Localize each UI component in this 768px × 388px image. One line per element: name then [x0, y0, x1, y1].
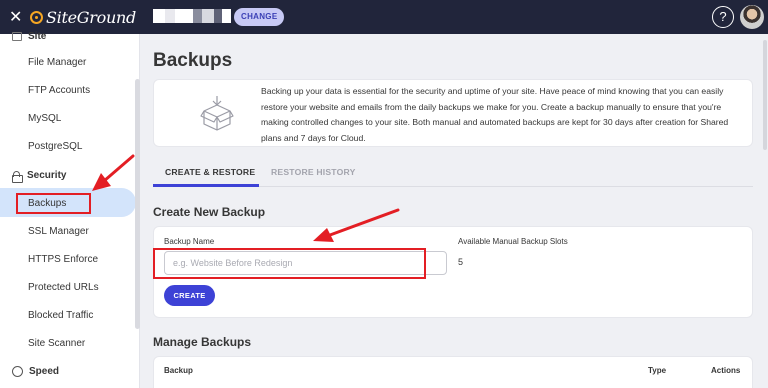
column-header-type[interactable]: Type [648, 366, 666, 375]
sidebar-item-ftp-accounts[interactable]: FTP Accounts [28, 85, 90, 96]
page-title: Backups [153, 50, 233, 71]
backup-box-icon [200, 96, 234, 131]
sidebar-section-security[interactable]: Security [12, 170, 67, 183]
sidebar-section-label: Speed [29, 366, 60, 377]
speed-gauge-icon [12, 366, 23, 377]
sidebar-section-speed[interactable]: Speed [12, 366, 59, 377]
site-icon [12, 32, 22, 41]
tab-restore-history[interactable]: RESTORE HISTORY [271, 167, 356, 177]
sidebar-item-blocked-traffic[interactable]: Blocked Traffic [28, 310, 93, 321]
tab-bar: CREATE & RESTORE RESTORE HISTORY [153, 157, 753, 187]
logo-text: SiteGround [46, 7, 136, 27]
help-icon[interactable]: ? [712, 6, 734, 28]
sidebar-item-mysql[interactable]: MySQL [28, 113, 61, 124]
sidebar-item-https-enforce[interactable]: HTTPS Enforce [28, 254, 98, 265]
sidebar-item-protected-urls[interactable]: Protected URLs [28, 282, 99, 293]
sidebar-section-label: Site [28, 31, 47, 42]
sidebar-scrollbar[interactable] [135, 79, 140, 329]
active-tab-indicator [153, 184, 259, 187]
annotation-box-input [153, 248, 426, 279]
sidebar: Site File Manager FTP Accounts MySQL Pos… [0, 31, 140, 388]
avatar[interactable] [740, 5, 764, 29]
create-backup-button[interactable]: CREATE [164, 285, 215, 306]
sidebar-item-ssl-manager[interactable]: SSL Manager [28, 226, 89, 237]
manage-backups-heading: Manage Backups [153, 335, 252, 349]
top-bar: ✕ SiteGround CHANGE ? [0, 0, 768, 34]
sidebar-section-label: Security [27, 170, 67, 181]
site-domain-redacted [153, 9, 231, 23]
siteground-logo[interactable]: SiteGround [30, 6, 136, 28]
column-header-backup[interactable]: Backup [164, 366, 193, 375]
column-header-actions: Actions [711, 366, 741, 375]
close-icon[interactable]: ✕ [9, 7, 22, 26]
lock-icon [12, 170, 23, 183]
create-backup-heading: Create New Backup [153, 205, 266, 219]
main-scrollbar[interactable] [763, 40, 767, 150]
logo-mark-icon [30, 10, 43, 24]
sidebar-item-file-manager[interactable]: File Manager [28, 57, 86, 68]
sidebar-item-site-scanner[interactable]: Site Scanner [28, 338, 85, 349]
backup-slots-label: Available Manual Backup Slots [458, 237, 568, 246]
annotation-box-backups [16, 193, 91, 214]
backup-name-label: Backup Name [164, 237, 215, 246]
intro-description: Backing up your data is essential for th… [261, 86, 729, 143]
sidebar-item-postgresql[interactable]: PostgreSQL [28, 141, 82, 152]
tab-create-restore[interactable]: CREATE & RESTORE [165, 167, 255, 177]
intro-card: Backing up your data is essential for th… [153, 79, 753, 147]
change-site-button[interactable]: CHANGE [234, 8, 285, 26]
backup-slots-value: 5 [458, 257, 464, 267]
sidebar-section-site[interactable]: Site [12, 31, 46, 42]
